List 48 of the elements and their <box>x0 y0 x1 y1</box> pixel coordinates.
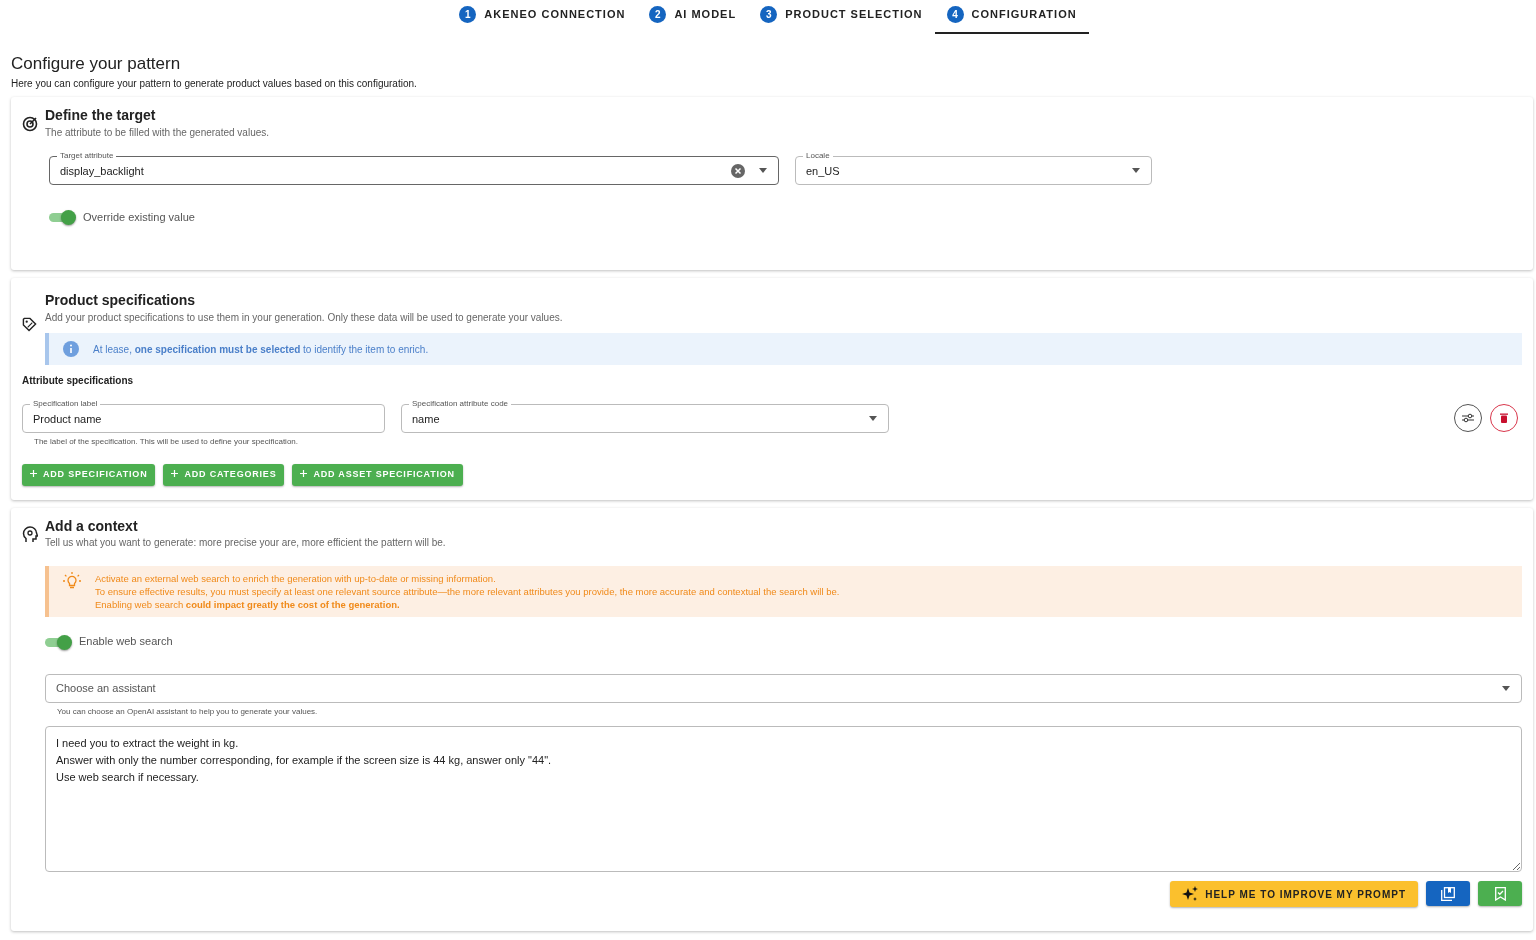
library-icon <box>1441 887 1455 901</box>
info-icon <box>63 341 79 358</box>
toggle-switch[interactable] <box>49 210 75 225</box>
dropdown-caret-icon[interactable] <box>1502 686 1510 691</box>
toggle-switch[interactable] <box>45 634 71 649</box>
sliders-icon <box>1462 413 1474 424</box>
subsection-title: Attribute specifications <box>22 374 135 389</box>
delete-button[interactable] <box>1490 404 1518 433</box>
lightbulb-icon <box>63 572 81 591</box>
settings-button[interactable] <box>1454 404 1482 433</box>
tag-icon <box>22 317 37 333</box>
plus-icon <box>30 470 37 478</box>
stepper-tab[interactable]: 4 CONFIGURATION <box>934 0 1089 34</box>
warning-text: Enabling web search could impact greatly the cost of the generation. <box>95 598 401 612</box>
sparkles-icon <box>1182 886 1200 903</box>
stepper-tab[interactable]: 1 AKENEO CONNECTION <box>447 0 638 34</box>
clear-icon[interactable] <box>731 163 745 178</box>
toggle-label: Enable web search <box>79 634 173 650</box>
head-icon <box>22 525 38 543</box>
section-title: Define the target <box>45 107 157 125</box>
prompt-field[interactable]: I need you to extract the weight in kg. Answer with only the number corresponding, for example if the screen size is 44 kg, answer only "44". Use web search if necessary. <box>45 726 1522 872</box>
dropdown-caret-icon[interactable] <box>1132 168 1140 174</box>
library-button[interactable] <box>1426 881 1470 907</box>
bookmark-check-icon <box>1494 887 1506 901</box>
section-description: The attribute to be filled with the generated values. <box>45 126 271 141</box>
section-description: Add your product specifications to use them in your generation. Only these data will be used to generate your values. <box>45 311 564 326</box>
target-icon <box>22 115 38 132</box>
stepper-tab[interactable]: 2 AI MODEL <box>637 0 749 34</box>
warning-text: To ensure effective results, you must specify at least one relevant source attribute—the more relevant attributes you provide, the more accurate and contextual the search will be. <box>95 585 840 599</box>
page-title: Configure your pattern <box>11 54 182 75</box>
assistant-select[interactable]: Choose an assistant <box>45 674 1522 703</box>
info-text: At lease, one specification must be selected to identify the item to enrich. <box>93 342 429 357</box>
section-description: Tell us what you want to generate: more precise your are, more efficient the pattern will be. <box>45 536 447 551</box>
helper-text: You can choose an OpenAI assistant to help you to generate your values. <box>57 706 319 718</box>
plus-icon <box>171 470 179 478</box>
trash-icon <box>1500 413 1508 424</box>
warning-text: Activate an external web search to enrich the generation with up-to-date or missing information. <box>95 572 497 586</box>
page-subtitle: Here you can configure your pattern to generate product values based on this configuration. <box>11 77 418 92</box>
plus-icon <box>300 470 308 478</box>
helper-text: The label of the specification. This will be used to define your specification. <box>34 436 299 449</box>
stepper-tab[interactable]: 3 PRODUCT SELECTION <box>748 0 935 34</box>
dropdown-caret-icon[interactable] <box>759 168 767 174</box>
toggle-label: Override existing value <box>83 210 195 226</box>
save-button[interactable] <box>1478 881 1522 907</box>
dropdown-caret-icon[interactable] <box>869 416 877 422</box>
section-title: Product specifications <box>45 292 197 310</box>
section-title: Add a context <box>45 517 139 535</box>
improve-prompt-button[interactable]: HELP ME TO IMPROVE MY PROMPT <box>1170 881 1418 908</box>
